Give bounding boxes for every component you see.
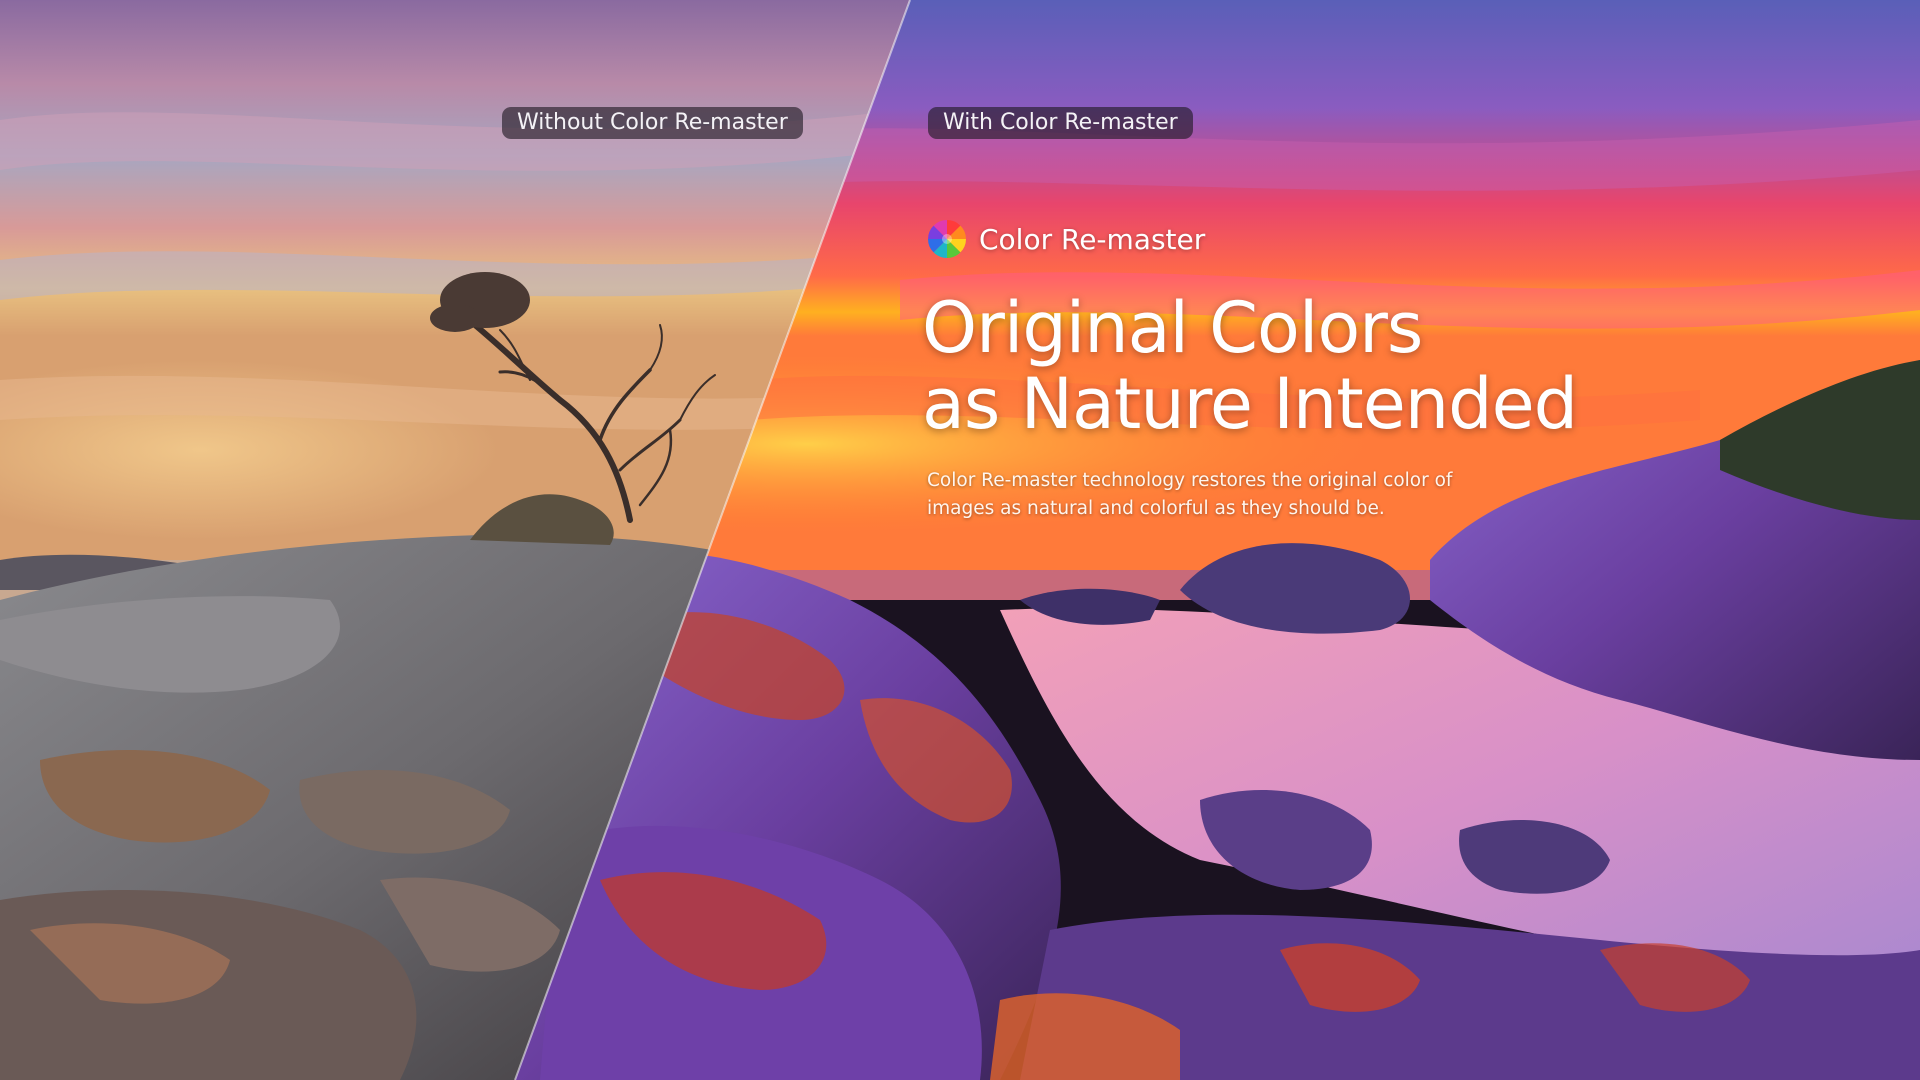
color-wheel-icon	[928, 220, 966, 258]
without-remaster-label: Without Color Re-master	[502, 107, 803, 139]
headline-line-2: as Nature Intended	[922, 363, 1578, 445]
comparison-banner: Without Color Re-master With Color Re-ma…	[0, 0, 1920, 1080]
headline-line-1: Original Colors	[922, 287, 1423, 369]
brand-lockup: Color Re-master	[927, 218, 1205, 260]
landscape-comparison-photo	[0, 0, 1920, 1080]
headline: Original Colors as Nature Intended	[922, 287, 1578, 445]
description-text: Color Re-master technology restores the …	[927, 470, 1453, 519]
with-remaster-label: With Color Re-master	[928, 107, 1193, 139]
brand-name: Color Re-master	[979, 222, 1206, 256]
